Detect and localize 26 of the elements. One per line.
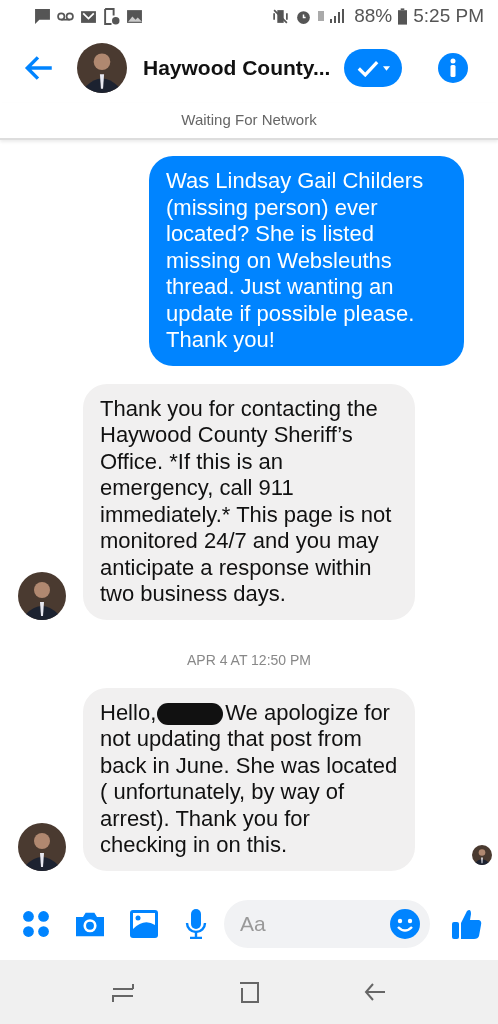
- contact-name[interactable]: Haywood County...: [143, 56, 331, 80]
- image-icon: [126, 7, 143, 25]
- emoji-icon[interactable]: [390, 909, 420, 940]
- microphone-icon[interactable]: [184, 909, 208, 940]
- timestamp: APR 4 AT 12:50 PM: [186, 651, 312, 668]
- apps-icon[interactable]: [22, 910, 50, 939]
- camera-icon[interactable]: [76, 910, 104, 939]
- caret-icon: [382, 65, 390, 71]
- battery-percent: 88%: [354, 5, 393, 28]
- check-icon: [356, 59, 379, 77]
- chat-icon: [34, 7, 51, 25]
- sent-message: Was Lindsay Gail Childers (missing person) ever located? She is listed missing on Websleuths thread. Just wanting an update if possible please. Thank you!: [149, 156, 464, 366]
- status-dropdown-button[interactable]: [344, 49, 402, 87]
- thumbs-up-icon[interactable]: [452, 908, 482, 941]
- received-message: Hello, We apologize for not updating that post from back in June. She was located ( unfortunately, by way of arrest). Thank you for checking in on this.: [83, 687, 415, 871]
- battery-icon: [398, 7, 408, 25]
- info-icon[interactable]: [438, 53, 468, 83]
- received-message: Thank you for contacting the Haywood County Sheriff’s Office. *If this is an emergency, call 911 immediately.* This page is not monitored 24/7 and you may anticipate a response within two business days.: [83, 383, 415, 620]
- avatar: [77, 43, 127, 93]
- network-notice: Waiting For Network: [0, 103, 498, 141]
- screenshot-icon: [103, 7, 120, 25]
- clock: 5:25 PM: [413, 5, 484, 28]
- message-field[interactable]: Aa: [224, 900, 430, 949]
- image-icon[interactable]: [130, 910, 158, 939]
- vibrate-icon: [272, 7, 290, 25]
- home-icon[interactable]: [237, 979, 261, 1004]
